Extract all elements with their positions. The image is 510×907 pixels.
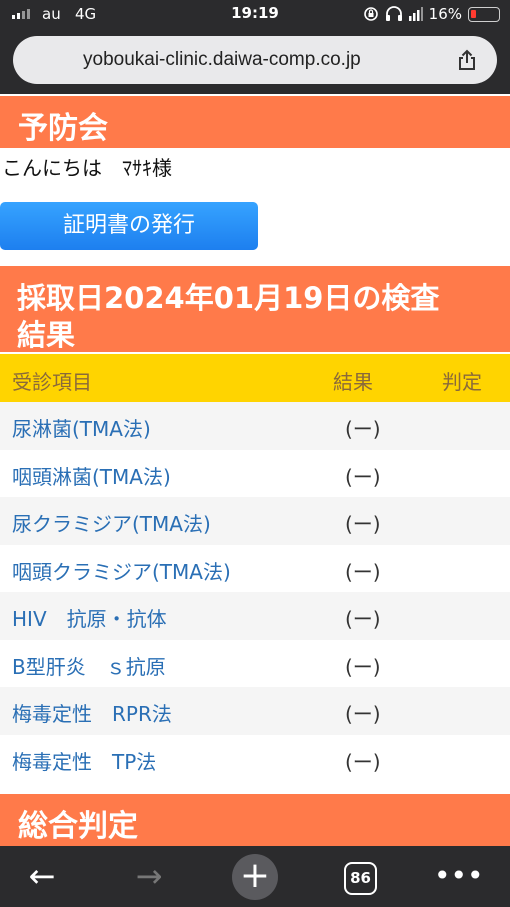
test-item-result: (ー) (345, 654, 381, 679)
summary-header: 総合判定 (0, 794, 510, 846)
forward-arrow-icon[interactable]: → (127, 856, 171, 896)
test-date-title-line2: 結果 (17, 318, 76, 352)
test-item-name[interactable]: 梅毒定性 RPR法 (12, 698, 172, 727)
results-table-body: 尿淋菌(TMA法) (ー) 咽頭淋菌(TMA法) (ー) 尿クラミジア(TMA法… (0, 402, 510, 782)
test-date-header: 採取日2024年01月19日の検査 結果 (0, 266, 510, 352)
battery-percent: 16% (428, 5, 462, 23)
test-item-result: (ー) (345, 417, 381, 441)
test-item-name[interactable]: 咽頭淋菌(TMA法) (12, 461, 171, 490)
tab-count-button[interactable]: 86 (344, 862, 377, 895)
test-item-result: (ー) (345, 512, 381, 536)
table-row: 尿淋菌(TMA法) (ー) (0, 402, 510, 450)
column-header-judgement: 判定 (442, 370, 482, 394)
table-row: 尿クラミジア(TMA法) (ー) (0, 497, 510, 545)
summary-title: 総合判定 (18, 809, 138, 844)
more-menu-icon[interactable]: ••• (434, 856, 484, 896)
address-bar[interactable]: yoboukai-clinic.daiwa-comp.co.jp (13, 36, 497, 84)
share-icon[interactable] (455, 48, 479, 72)
status-right: 16% (363, 5, 500, 23)
back-arrow-icon[interactable]: ← (20, 856, 64, 896)
column-header-item: 受診項目 (12, 370, 92, 394)
results-table-header: 受診項目 結果 判定 (0, 354, 510, 402)
test-item-name[interactable]: HIV 抗原・抗体 (12, 603, 167, 632)
test-item-result: (ー) (345, 702, 381, 726)
test-item-name[interactable]: 咽頭クラミジア(TMA法) (12, 556, 231, 585)
browser-address-area: yoboukai-clinic.daiwa-comp.co.jp (0, 30, 510, 94)
column-header-result: 結果 (333, 370, 373, 394)
test-item-result: (ー) (345, 464, 381, 489)
status-bar: au 4G 19:19 16% (0, 0, 510, 30)
brand-title: 予防会 (18, 111, 108, 146)
issue-certificate-button[interactable]: 証明書の発行 (0, 202, 258, 250)
test-item-name[interactable]: 尿淋菌(TMA法) (12, 413, 151, 442)
test-date-title-line1: 採取日2024年01月19日の検査 (17, 281, 440, 315)
orientation-lock-icon (363, 7, 378, 21)
signal-bars-icon (408, 7, 423, 21)
test-item-result: (ー) (345, 749, 381, 774)
test-item-result: (ー) (345, 559, 381, 584)
test-item-name[interactable]: B型肝炎 ｓ抗原 (12, 651, 166, 680)
test-item-name[interactable]: 尿クラミジア(TMA法) (12, 508, 211, 537)
table-row: 咽頭クラミジア(TMA法) (ー) (0, 544, 510, 592)
greeting-text: こんにちは ﾏｻｷ様 (2, 156, 172, 180)
brand-header: 予防会 (0, 96, 510, 148)
headphones-icon (385, 6, 402, 21)
url-text: yoboukai-clinic.daiwa-comp.co.jp (83, 49, 361, 70)
table-row: HIV 抗原・抗体 (ー) (0, 592, 510, 640)
table-row: B型肝炎 ｓ抗原 (ー) (0, 639, 510, 687)
new-tab-plus-icon[interactable]: + (232, 854, 278, 900)
battery-icon (468, 6, 500, 22)
test-item-result: (ー) (345, 607, 381, 631)
table-row: 咽頭淋菌(TMA法) (ー) (0, 449, 510, 497)
test-item-name[interactable]: 梅毒定性 TP法 (12, 746, 156, 775)
table-row: 梅毒定性 RPR法 (ー) (0, 687, 510, 735)
browser-toolbar: ← → + 86 ••• (0, 846, 510, 907)
table-row: 梅毒定性 TP法 (ー) (0, 734, 510, 782)
